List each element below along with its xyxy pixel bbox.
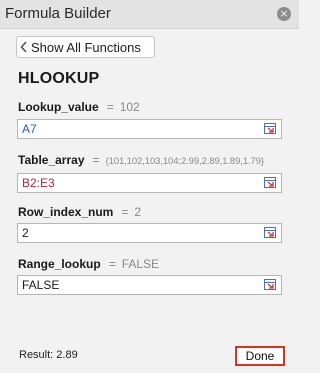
window-title: Formula Builder: [5, 5, 111, 22]
show-all-functions-button[interactable]: Show All Functions: [16, 36, 155, 58]
field-value: A7: [22, 122, 37, 136]
arg-equals: =: [121, 205, 129, 219]
function-name: HLOOKUP: [18, 70, 100, 87]
title-bar: Formula Builder ×: [0, 0, 299, 29]
result-text: Result: 2.89: [19, 349, 78, 361]
field-value: FALSE: [22, 278, 60, 292]
arg-row-index-num-header: Row_index_num = 2: [18, 205, 141, 219]
arg-evaluated-value: 102: [119, 100, 140, 114]
chevron-left-icon: [18, 36, 30, 58]
arg-equals: =: [106, 100, 114, 114]
arg-name: Row_index_num: [18, 205, 114, 219]
arg-name: Table_array: [18, 153, 85, 167]
arg-evaluated-value: FALSE: [121, 257, 160, 271]
row-index-num-field[interactable]: 2: [17, 223, 282, 243]
field-value: 2: [22, 226, 29, 240]
arg-equals: =: [108, 257, 116, 271]
cell-reference-icon[interactable]: [264, 123, 276, 134]
arg-equals: =: [92, 153, 100, 167]
arg-name: Range_lookup: [18, 257, 101, 271]
done-button[interactable]: Done: [235, 346, 285, 366]
arg-evaluated-value: {101,102,103,104;2.99,2.89,1.89,1.79}: [105, 156, 265, 167]
arg-name: Lookup_value: [18, 100, 99, 114]
field-value: B2:E3: [22, 176, 55, 190]
close-icon[interactable]: ×: [277, 7, 291, 21]
arg-lookup-value-header: Lookup_value = 102: [18, 100, 140, 114]
arg-table-array-header: Table_array = {101,102,103,104;2.99,2.89,1…: [18, 153, 264, 167]
show-all-functions-label: Show All Functions: [31, 39, 141, 55]
arg-range-lookup-header: Range_lookup = FALSE: [18, 257, 159, 271]
arg-evaluated-value: 2: [134, 205, 142, 219]
range-lookup-field[interactable]: FALSE: [17, 275, 282, 295]
cell-reference-icon[interactable]: [264, 279, 276, 290]
cell-reference-icon[interactable]: [264, 227, 276, 238]
table-array-field[interactable]: B2:E3: [17, 173, 282, 193]
lookup-value-field[interactable]: A7: [17, 119, 282, 139]
cell-reference-icon[interactable]: [264, 177, 276, 188]
